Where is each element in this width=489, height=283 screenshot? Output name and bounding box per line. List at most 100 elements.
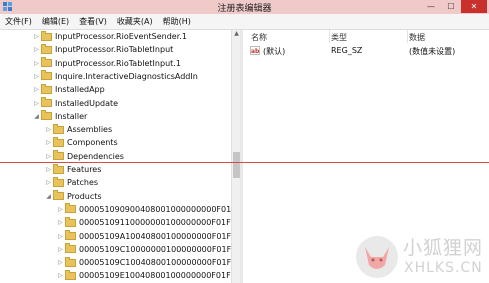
collapsed-arrow-icon[interactable]: ▷ <box>32 46 41 53</box>
tree-item[interactable]: ▷ Inquire.InteractiveDiagnosticsAddIn <box>32 70 198 83</box>
tree-item-label: 00005109A10040800100000000F01FEC <box>79 231 239 241</box>
collapsed-arrow-icon[interactable]: ▷ <box>32 73 41 80</box>
collapsed-arrow-icon[interactable]: ▷ <box>44 139 53 146</box>
tree-item-label: InstalledUpdate <box>55 98 119 108</box>
folder-icon <box>53 136 64 147</box>
folder-icon <box>65 203 76 214</box>
tree-item[interactable]: ▷ Components <box>44 136 118 149</box>
folder-icon <box>41 57 52 68</box>
menu-edit[interactable]: 编辑(E) <box>37 16 74 27</box>
tree-item[interactable]: ▷ 00005109C10040800100000000F01FEC <box>56 256 239 269</box>
folder-icon <box>41 110 52 121</box>
tree-item-label: Dependencies <box>67 151 124 161</box>
folder-icon <box>65 243 76 254</box>
tree-item[interactable]: ▷ Patches <box>44 176 98 189</box>
tree-item-label: Components <box>67 138 118 148</box>
fox-logo-icon <box>356 236 398 278</box>
tree-item-label: Products <box>67 191 102 201</box>
folder-icon <box>41 43 52 54</box>
collapsed-arrow-icon[interactable]: ▷ <box>56 272 65 279</box>
collapsed-arrow-icon[interactable]: ▷ <box>44 179 53 186</box>
tree-item[interactable]: ▷ Dependencies <box>44 150 124 163</box>
tree-item[interactable]: ▷ InputProcessor.RioEventSender.1 <box>32 30 187 43</box>
maximize-button[interactable]: ☐ <box>441 0 461 13</box>
tree-item-label: 00005109C10040800100000000F01FEC <box>79 258 239 268</box>
tree-item-label: 00005109E10040800100000000F01FEC <box>79 271 239 281</box>
folder-icon <box>65 216 76 227</box>
scroll-thumb[interactable] <box>233 152 240 178</box>
tree-item-label: Assemblies <box>67 125 113 135</box>
collapsed-arrow-icon[interactable]: ▷ <box>56 206 65 213</box>
folder-icon <box>53 150 64 161</box>
menu-help[interactable]: 帮助(H) <box>158 16 196 27</box>
tree-item[interactable]: ◢ Products <box>44 190 102 203</box>
value-type: REG_SZ <box>331 46 363 55</box>
tree-item-label: InputProcessor.RioTabletInput.1 <box>55 58 181 68</box>
column-type-header[interactable]: 类型 <box>331 32 347 43</box>
collapsed-arrow-icon[interactable]: ▷ <box>56 219 65 226</box>
folder-icon <box>65 230 76 240</box>
folder-icon <box>41 30 52 41</box>
tree-item[interactable]: ▷ InputProcessor.RioTabletInput.1 <box>32 57 181 70</box>
collapsed-arrow-icon[interactable]: ▷ <box>32 33 41 40</box>
tree-item-label: 000051090900408001000000000F01FEC <box>79 204 239 214</box>
menu-view[interactable]: 查看(V) <box>74 16 112 27</box>
watermark-name: 小狐狸网 <box>403 237 484 259</box>
collapsed-arrow-icon[interactable]: ▷ <box>56 246 65 253</box>
expanded-arrow-icon[interactable]: ◢ <box>44 193 53 200</box>
tree-item-label: Installer <box>55 111 88 121</box>
close-button[interactable]: ✕ <box>461 0 487 13</box>
expanded-arrow-icon[interactable]: ◢ <box>32 113 41 120</box>
column-divider <box>407 30 408 43</box>
tree-item[interactable]: ▷ 00005109E10040800100000000F01FEC <box>56 269 239 282</box>
tree-item-label: InputProcessor.RioEventSender.1 <box>55 32 187 41</box>
folder-icon <box>65 256 76 267</box>
folder-icon <box>41 70 52 81</box>
collapsed-arrow-icon[interactable]: ▷ <box>44 153 53 160</box>
tree-item[interactable]: ◢ Installer <box>32 110 87 123</box>
title-bar: 注册表编辑器 — ☐ ✕ <box>0 0 489 15</box>
tree-item-label: 00005109110000000100000000F01FEC <box>79 218 239 228</box>
collapsed-arrow-icon[interactable]: ▷ <box>32 100 41 107</box>
tree-item[interactable]: ▷ Assemblies <box>44 123 112 136</box>
folder-icon <box>53 123 64 134</box>
tree-item[interactable]: ▷ Features <box>44 163 101 176</box>
registry-tree[interactable]: ▷ InputProcessor.RioEventSender.1 ▷ InputPr… <box>0 30 239 283</box>
collapsed-arrow-icon[interactable]: ▷ <box>44 166 53 173</box>
column-name-header[interactable]: 名称 <box>251 32 267 43</box>
menu-file[interactable]: 文件(F) <box>0 16 37 27</box>
tree-item[interactable]: ▷ 00005109110000000100000000F01FEC <box>56 216 239 229</box>
collapsed-arrow-icon[interactable]: ▷ <box>56 259 65 266</box>
column-divider <box>329 30 330 43</box>
folder-icon <box>53 176 64 187</box>
watermark-domain: XHLKS.CN <box>404 260 483 276</box>
watermark: 小狐狸网 XHLKS.CN <box>355 233 489 283</box>
minimize-button[interactable]: — <box>421 0 441 13</box>
folder-icon <box>53 190 64 201</box>
collapsed-arrow-icon[interactable]: ▷ <box>32 60 41 67</box>
folder-icon <box>65 269 76 280</box>
tree-item[interactable]: ▷ 00005109C10000000100000000F01FEC <box>56 243 239 256</box>
tree-item[interactable]: ▷ InputProcessor.RioTabletInput <box>32 43 173 56</box>
folder-icon <box>41 83 52 94</box>
column-data-header[interactable]: 数据 <box>409 32 425 43</box>
collapsed-arrow-icon[interactable]: ▷ <box>56 233 65 240</box>
menu-favorites[interactable]: 收藏夹(A) <box>112 16 158 27</box>
string-value-icon: ab <box>250 46 260 55</box>
tree-item-label: Patches <box>67 178 99 188</box>
tree-item-label: InstalledApp <box>55 85 105 95</box>
tree-item[interactable]: ▷ 000051090900408001000000000F01FEC <box>56 203 239 216</box>
collapsed-arrow-icon[interactable]: ▷ <box>44 126 53 133</box>
tree-item[interactable]: ▷ InstalledUpdate <box>32 97 118 110</box>
window-title: 注册表编辑器 <box>217 4 272 14</box>
tree-item[interactable]: ▷ 00005109A10040800100000000F01FEC <box>56 230 239 243</box>
folder-icon <box>53 163 64 174</box>
tree-item[interactable]: ▷ InstalledApp <box>32 83 105 96</box>
tree-item-label: 00005109C10000000100000000F01FEC <box>79 244 239 254</box>
value-data: (数值未设置) <box>409 47 456 56</box>
tree-item-label: InputProcessor.RioTabletInput <box>55 45 174 55</box>
folder-icon <box>41 97 52 107</box>
value-name[interactable]: (默认) <box>263 46 285 57</box>
collapsed-arrow-icon[interactable]: ▷ <box>32 86 41 93</box>
tree-item-label: Features <box>67 165 102 174</box>
